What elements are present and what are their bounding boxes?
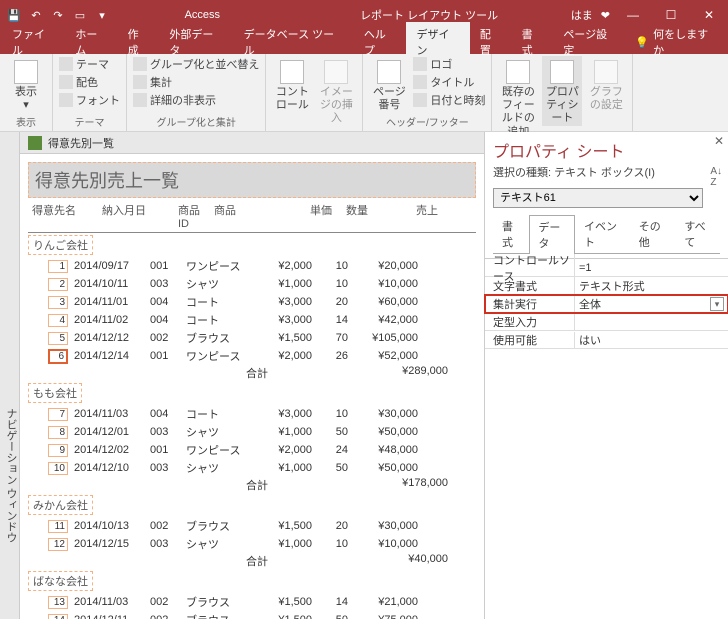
ptab-all[interactable]: すべて (675, 214, 720, 253)
subtotal-row: 合計¥178,000 (28, 477, 476, 493)
table-row[interactable]: 142014/12/11002ブラウス¥1,50050¥75,000 (28, 611, 476, 619)
group-grouping: グループ化と並べ替え 集計 詳細の非表示 グループ化と集計 (127, 54, 266, 131)
datetime-icon (413, 93, 427, 107)
existing-fields-button[interactable]: 既存のフィールドの追加 (498, 56, 538, 139)
ribbon-tabs: ファイル ホーム 作成 外部データ データベース ツール ヘルプ デザイン 配置… (0, 30, 728, 54)
bulb-icon: 💡 (635, 36, 649, 49)
ptab-data[interactable]: データ (529, 215, 575, 254)
app-title: Access (185, 9, 220, 21)
theme-icon (59, 57, 73, 71)
column-headers: 得意先名納入月日商品ID商品単価数量売上 (28, 200, 476, 233)
sigma-icon (133, 75, 147, 89)
group-header[interactable]: ばなな会社 (28, 571, 93, 591)
fonts-icon (59, 93, 73, 107)
property-grid: コントロールソース=1 文字書式テキスト形式 集計実行全体▾ 定型入力 使用可能… (485, 258, 728, 349)
logo-button[interactable]: ロゴ (413, 56, 485, 72)
controls-icon (280, 60, 304, 84)
dropdown-icon[interactable]: ▾ (710, 297, 724, 311)
prop-runningsum[interactable]: 集計実行全体▾ (485, 295, 728, 313)
prop-textformat[interactable]: 文字書式テキスト形式 (485, 277, 728, 295)
prop-controlsource[interactable]: コントロールソース=1 (485, 259, 728, 277)
table-row[interactable]: 52014/12/12002ブラウス¥1,50070¥105,000 (28, 329, 476, 347)
maximize-button[interactable]: ☐ (656, 3, 686, 27)
report-icon (28, 136, 42, 150)
page-number-button[interactable]: ページ番号 (369, 56, 409, 112)
navigation-pane[interactable]: ナビゲーション ウィンドウ (0, 132, 20, 619)
group-sort-button[interactable]: グループ化と並べ替え (133, 56, 259, 72)
subtotal-row: 合計¥289,000 (28, 365, 476, 381)
ptab-event[interactable]: イベント (575, 214, 630, 253)
insert-image-button: イメージの挿入 (316, 56, 356, 126)
table-row[interactable]: 42014/11/02004コート¥3,00014¥42,000 (28, 311, 476, 329)
report-area: 得意先別一覧 得意先別売上一覧得意先名納入月日商品ID商品単価数量売上りんご会社… (20, 132, 484, 619)
totals-button[interactable]: 集計 (133, 74, 259, 90)
colors-icon (59, 75, 73, 89)
fonts-button[interactable]: フォント (59, 92, 120, 108)
hide-detail-button[interactable]: 詳細の非表示 (133, 92, 259, 108)
controls-button[interactable]: コントロール (272, 56, 312, 112)
prop-enabled[interactable]: 使用可能はい (485, 331, 728, 349)
sort-button[interactable]: A↓Z (710, 166, 722, 188)
table-row[interactable]: 12014/09/17001ワンピース¥2,00010¥20,000 (28, 257, 476, 275)
user-avatar-icon[interactable]: ❤ (601, 9, 610, 22)
table-row[interactable]: 122014/12/15003シャツ¥1,00010¥10,000 (28, 535, 476, 553)
table-row[interactable]: 82014/12/01003シャツ¥1,00050¥50,000 (28, 423, 476, 441)
table-row[interactable]: 92014/12/02001ワンピース¥2,00024¥48,000 (28, 441, 476, 459)
table-row[interactable]: 72014/11/03004コート¥3,00010¥30,000 (28, 405, 476, 423)
chart-icon (594, 60, 618, 84)
datetime-button[interactable]: 日付と時刻 (413, 92, 485, 108)
views-button[interactable]: 表示▾ (6, 56, 46, 112)
propsheet-subtitle: 選択の種類: テキスト ボックス(I) (485, 162, 728, 182)
report-tab[interactable]: 得意先別一覧 (20, 132, 484, 154)
ribbon: 表示▾ 表示 テーマ 配色 フォント テーマ グループ化と並べ替え 集計 詳細の… (0, 54, 728, 132)
group-header[interactable]: りんご会社 (28, 235, 93, 255)
subtotal-row: 合計¥40,000 (28, 553, 476, 569)
report-title[interactable]: 得意先別売上一覧 (28, 162, 476, 198)
group-controls: コントロール イメージの挿入 コントロール (266, 54, 363, 131)
ptab-format[interactable]: 書式 (493, 214, 529, 253)
propsheet-title: プロパティ シート (485, 132, 728, 162)
tell-me[interactable]: 💡何をしますか (627, 26, 726, 58)
title-button[interactable]: タイトル (413, 74, 485, 90)
property-sheet: ✕ プロパティ シート 選択の種類: テキスト ボックス(I) A↓Z テキスト… (484, 132, 728, 619)
table-row[interactable]: 102014/12/10003シャツ¥1,00050¥50,000 (28, 459, 476, 477)
table-row[interactable]: 132014/11/03002ブラウス¥1,50014¥21,000 (28, 593, 476, 611)
table-row[interactable]: 32014/11/01004コート¥3,00020¥60,000 (28, 293, 476, 311)
image-icon (324, 60, 348, 84)
prop-inputmask[interactable]: 定型入力 (485, 313, 728, 331)
close-button[interactable]: ✕ (694, 3, 724, 27)
group-header[interactable]: もも会社 (28, 383, 82, 403)
propsheet-selector[interactable]: テキスト61 (493, 188, 703, 208)
hidedetail-icon (133, 93, 147, 107)
table-row[interactable]: 62014/12/14001ワンピース¥2,00026¥52,000 (28, 347, 476, 365)
group-themes: テーマ 配色 フォント テーマ (53, 54, 127, 131)
group-headerfooter: ページ番号 ロゴ タイトル 日付と時刻 ヘッダー/フッター (363, 54, 492, 131)
propsheet-tabs: 書式 データ イベント その他 すべて (493, 214, 720, 254)
group-header[interactable]: みかん会社 (28, 495, 93, 515)
propsheet-icon (550, 60, 574, 84)
logo-icon (413, 57, 427, 71)
chart-settings-button: グラフの設定 (586, 56, 626, 112)
context-title: レポート レイアウト ツール (360, 7, 498, 23)
propsheet-close-button[interactable]: ✕ (714, 134, 724, 148)
pagenum-icon (377, 60, 401, 84)
fields-icon (506, 60, 530, 84)
table-row[interactable]: 22014/10/11003シャツ¥1,00010¥10,000 (28, 275, 476, 293)
property-sheet-button[interactable]: プロパティシート (542, 56, 582, 126)
group-views: 表示▾ 表示 (0, 54, 53, 131)
view-icon (14, 60, 38, 84)
user-name: はま (571, 7, 593, 23)
title-icon (413, 75, 427, 89)
group-tools: 既存のフィールドの追加 プロパティシート グラフの設定 ツール (492, 54, 633, 131)
themes-button[interactable]: テーマ (59, 56, 120, 72)
colors-button[interactable]: 配色 (59, 74, 120, 90)
groupsort-icon (133, 57, 147, 71)
ptab-other[interactable]: その他 (630, 214, 676, 253)
table-row[interactable]: 112014/10/13002ブラウス¥1,50020¥30,000 (28, 517, 476, 535)
